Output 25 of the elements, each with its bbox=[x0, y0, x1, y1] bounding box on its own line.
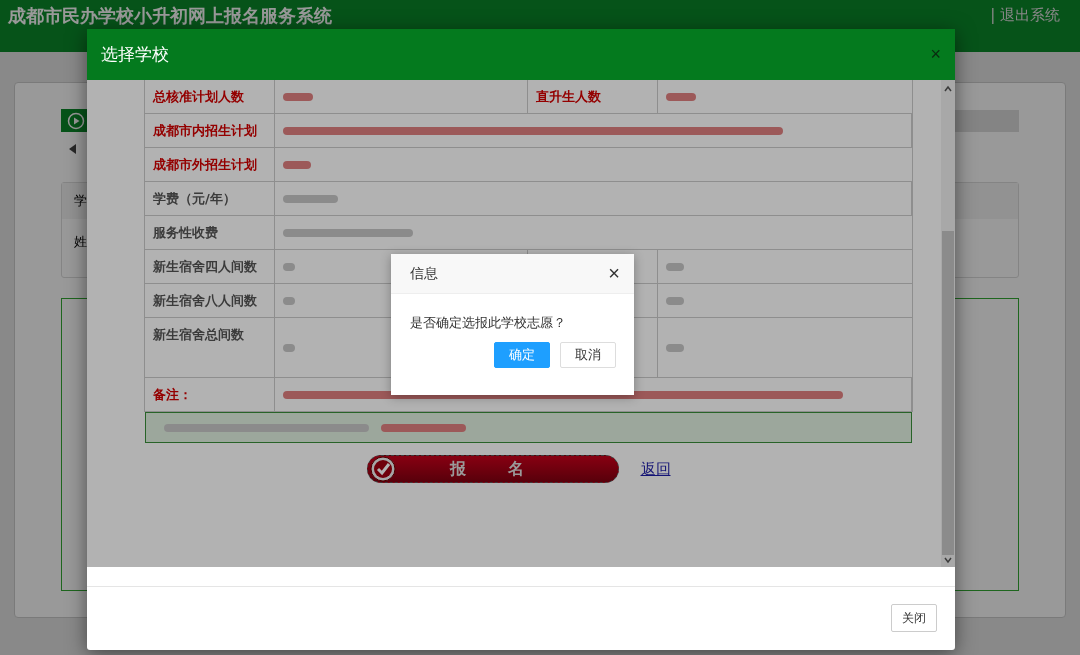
cancel-button[interactable]: 取消 bbox=[560, 342, 616, 368]
close-footer-button[interactable]: 关闭 bbox=[891, 604, 937, 632]
row-label: 直升生人数 bbox=[528, 80, 658, 114]
site-title: 成都市民办学校小升初网上报名服务系统 bbox=[8, 4, 332, 28]
check-icon bbox=[369, 456, 396, 482]
row-label: 新生宿舍四人间数 bbox=[145, 250, 275, 284]
signup-button[interactable]: 报名 bbox=[366, 455, 619, 483]
left-arrow-icon[interactable] bbox=[69, 144, 76, 154]
row-label: 总核准计划人数 bbox=[145, 80, 275, 114]
row-label: 成都市外招生计划 bbox=[145, 148, 275, 182]
back-link[interactable]: 返回 bbox=[640, 459, 671, 479]
row-label: 新生宿舍八人间数 bbox=[145, 284, 275, 318]
dialog-title: 信息 bbox=[410, 264, 438, 283]
table-cell: 姓 bbox=[74, 234, 87, 249]
scroll-up-icon[interactable] bbox=[943, 84, 953, 94]
row-label: 服务性收费 bbox=[145, 216, 275, 250]
scrollbar[interactable] bbox=[941, 80, 955, 567]
row-label: 学费（元/年） bbox=[145, 182, 275, 216]
column-header: 学 bbox=[74, 192, 87, 210]
row-label: 成都市内招生计划 bbox=[145, 114, 275, 148]
modal-title: 选择学校 bbox=[101, 43, 169, 66]
close-button[interactable]: × bbox=[608, 262, 620, 285]
row-label: 新生宿舍总间数 bbox=[145, 318, 275, 378]
dialog-message: 是否确定选报此学校志愿？ bbox=[410, 314, 566, 332]
scroll-down-icon[interactable] bbox=[943, 555, 953, 565]
